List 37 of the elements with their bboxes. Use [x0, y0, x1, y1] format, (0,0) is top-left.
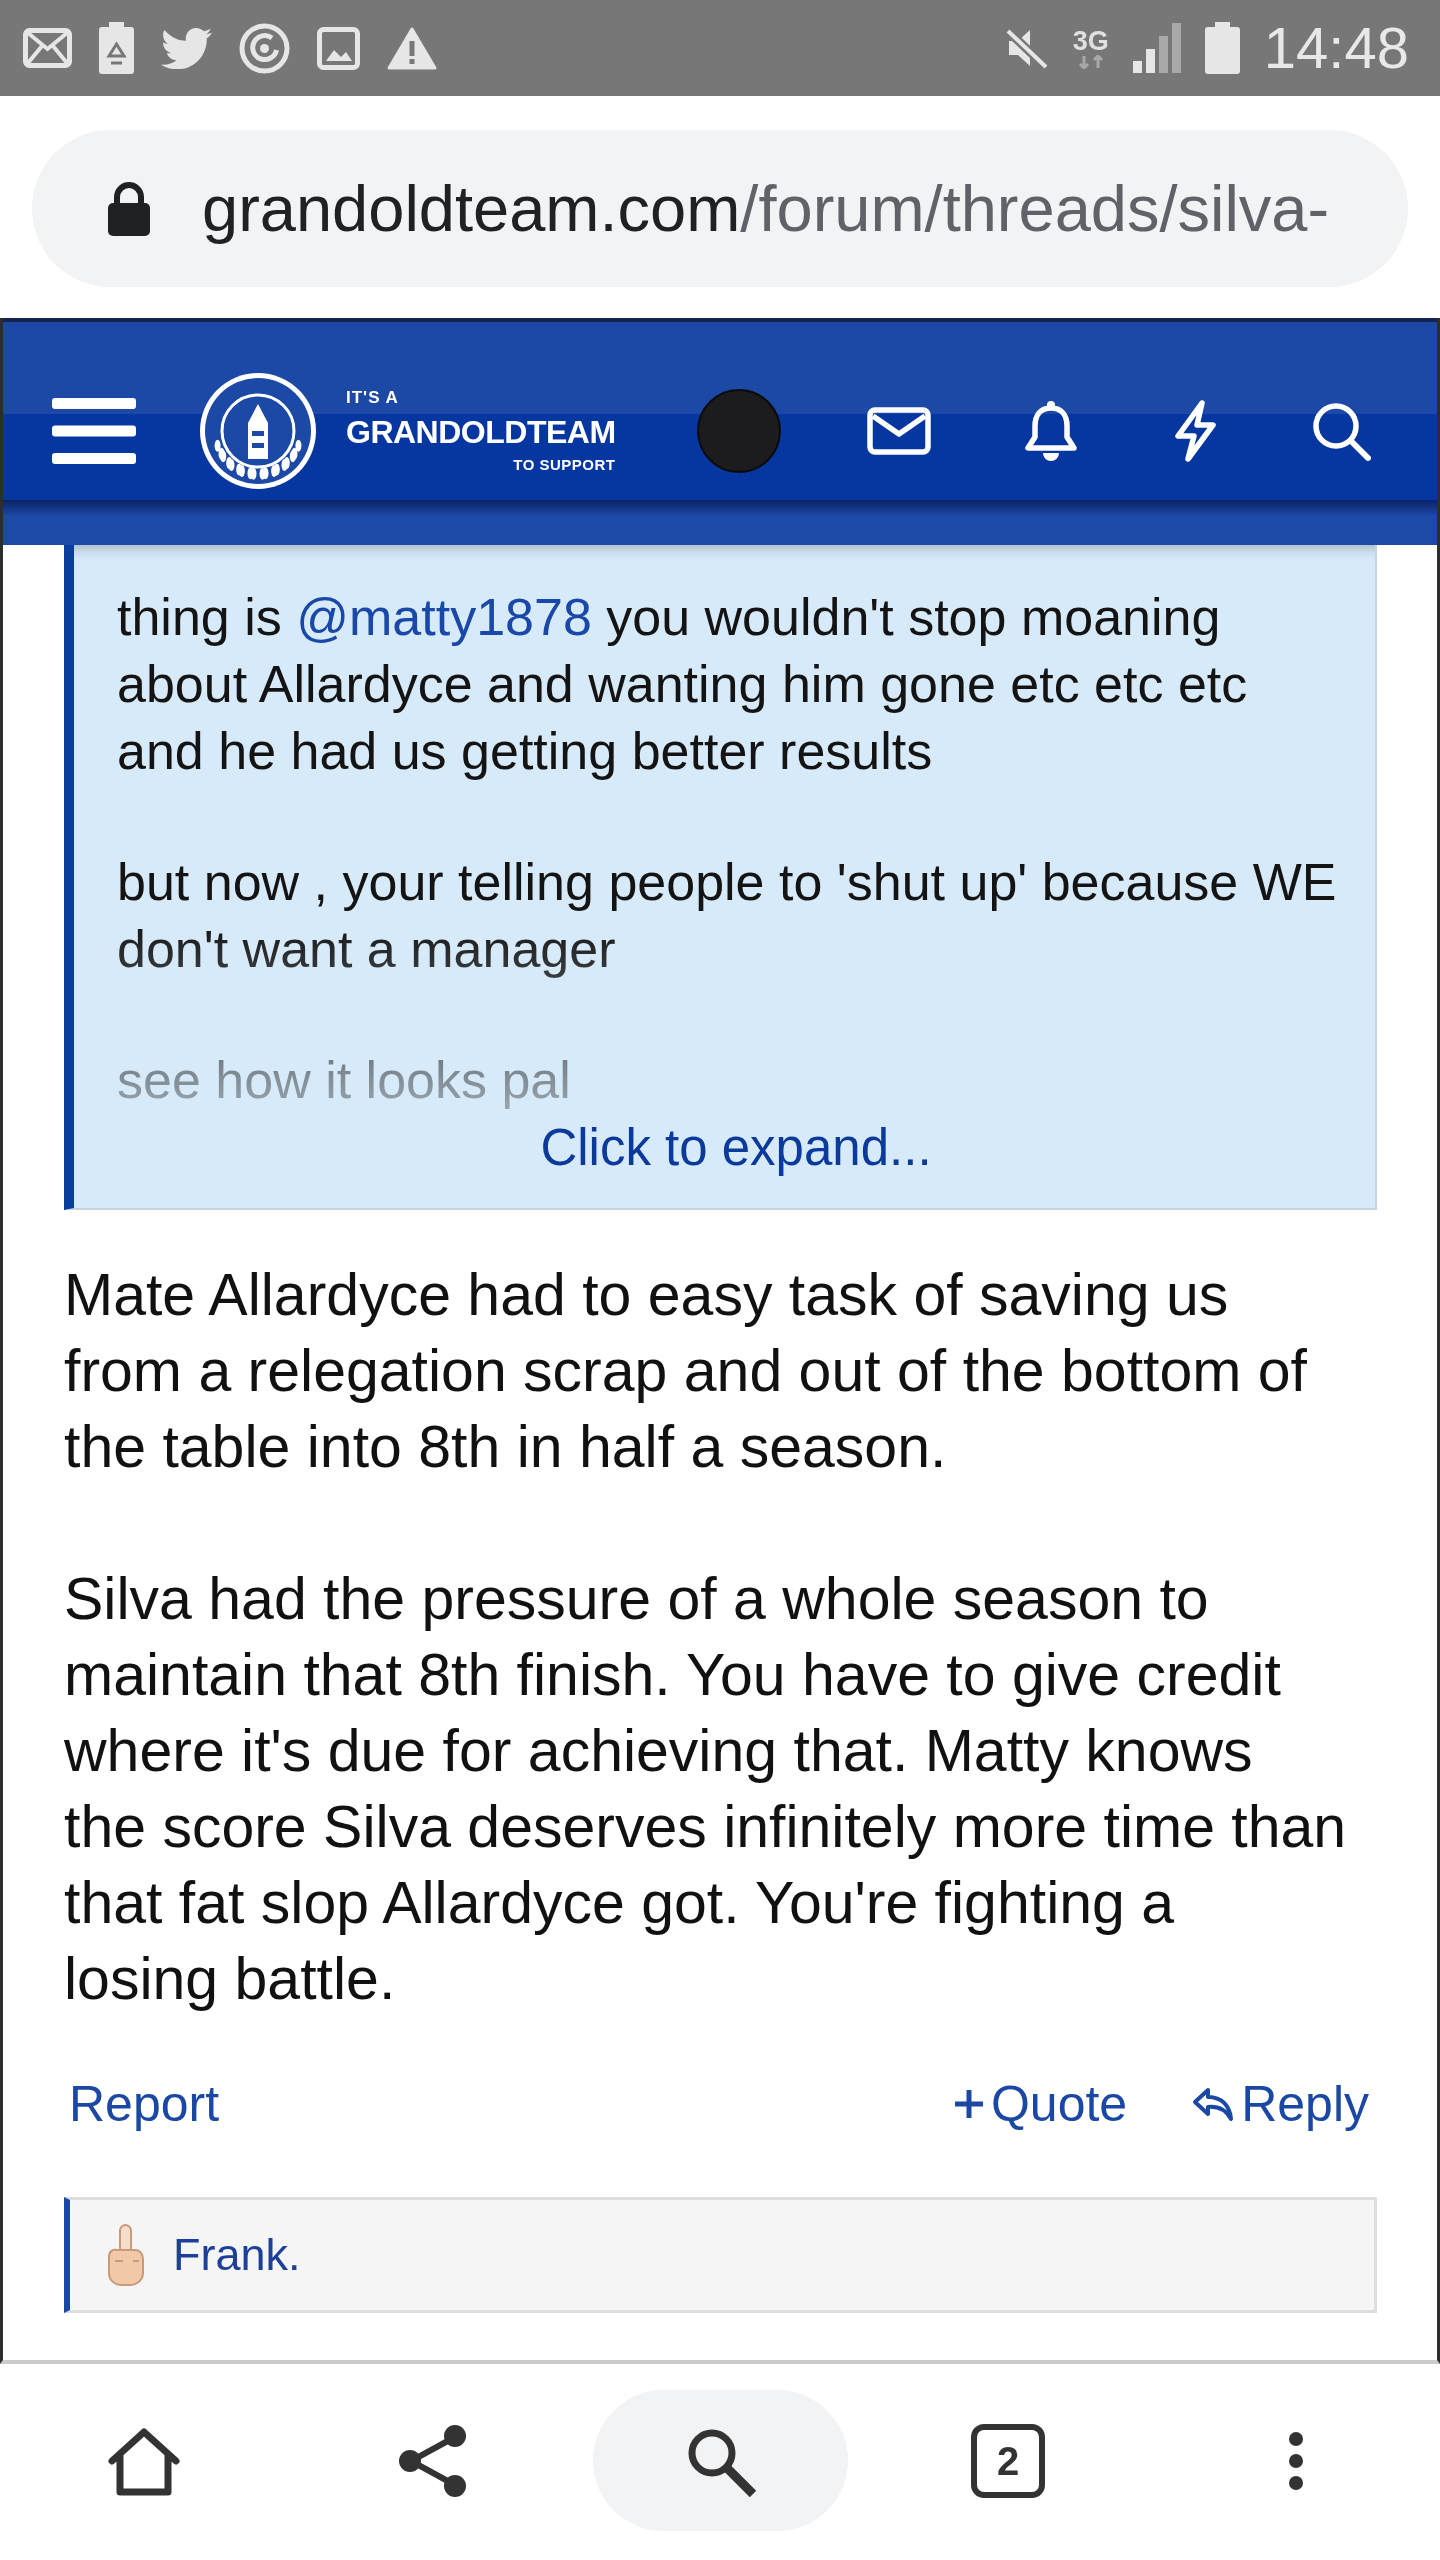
- logo-wordmark: GRANDOLDTEAM: [346, 416, 616, 448]
- mention-link[interactable]: @matty1878: [296, 588, 592, 646]
- quote-link[interactable]: Quote: [952, 2066, 1128, 2142]
- menu-icon[interactable]: [52, 397, 136, 464]
- crest-icon[interactable]: [198, 370, 318, 491]
- network-type: 3G: [1072, 27, 1109, 55]
- expand-link[interactable]: Click to expand...: [540, 1114, 932, 1181]
- plus-icon: [952, 2088, 985, 2120]
- more-icon[interactable]: [1287, 2430, 1305, 2491]
- tab-count-button[interactable]: 2: [971, 2423, 1045, 2498]
- reply-link[interactable]: Reply: [1191, 2066, 1369, 2142]
- search-icon[interactable]: [1311, 400, 1371, 461]
- clock-time: 14:48: [1263, 18, 1409, 78]
- post-paragraph: Silva had the pressure of a whole season to maintain that 8th finish. You have to give credit where it's due for achieving that. Matty knows the score Silva deserves infinitely more time than that fat slop Allardyce got. You're fighting a losing battle.: [64, 1565, 1347, 2014]
- mail-icon: [23, 28, 72, 68]
- mute-icon: [1004, 26, 1049, 70]
- address-bar[interactable]: grandoldteam.com/forum/threads/silva-: [32, 130, 1408, 287]
- signal-icon: [1132, 23, 1181, 73]
- report-link[interactable]: Report: [69, 2066, 220, 2142]
- logo-tagline: TO SUPPORT: [513, 457, 616, 472]
- ring-icon: [239, 22, 290, 74]
- warning-icon: [387, 26, 437, 70]
- post-paragraph: Mate Allardyce had to easy task of saving us from a relegation scrap and out of the bottom of the table into 8th in half a season.: [64, 1261, 1307, 1482]
- reply-icon: [1191, 2085, 1236, 2123]
- bird-icon: [161, 27, 212, 69]
- logo-tagline: IT'S A: [346, 389, 400, 406]
- mail-icon[interactable]: [867, 406, 931, 455]
- url-text: grandoldteam.com/forum/threads/silva-: [202, 170, 1330, 247]
- signature-text: Frank.: [173, 2228, 301, 2282]
- quote-paragraph: but now , your telling people to 'shut up' because WE don't want a manager: [117, 852, 1337, 980]
- bell-icon[interactable]: [1023, 399, 1079, 462]
- image-icon: [317, 26, 360, 70]
- battery-icon: [99, 22, 134, 74]
- quote-paragraph: thing is @matty1878 you wouldn't stop moaning about Allardyce and wanting him gone etc etc etc and he had us getting better results: [117, 587, 1248, 782]
- quote-paragraph: see how it looks pal: [117, 1050, 571, 1111]
- battery-icon: [1204, 22, 1240, 74]
- lock-icon: [106, 180, 152, 237]
